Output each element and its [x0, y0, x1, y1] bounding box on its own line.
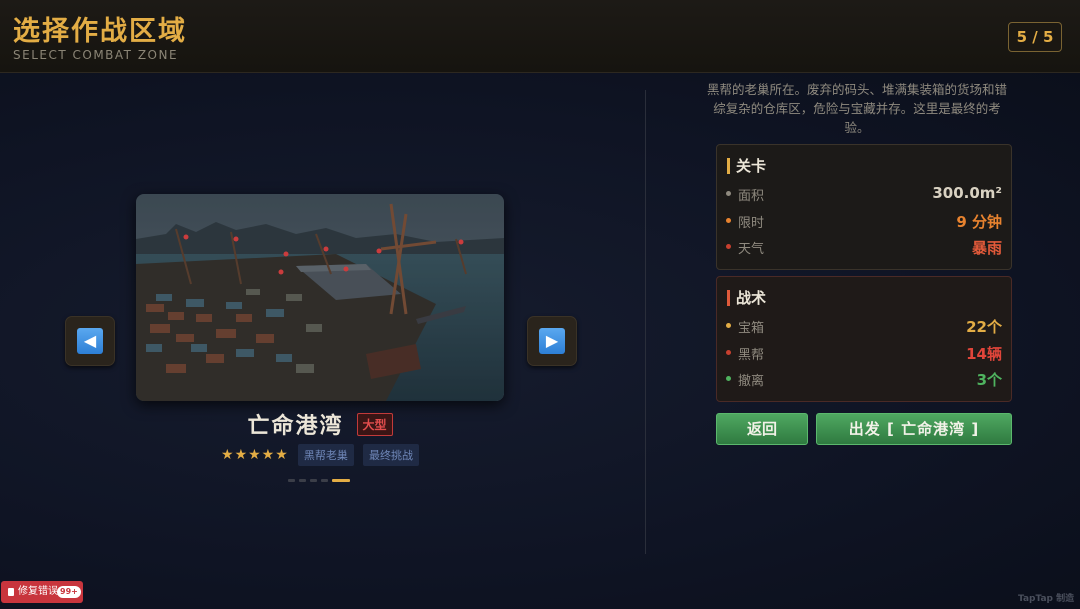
zone-description: 黑帮的老巢所在。废弃的码头、堆满集装箱的货场和错综复杂的仓库区，危险与宝藏并存。… — [706, 82, 1007, 135]
next-zone-button[interactable]: ▶ — [527, 316, 577, 366]
zone-title-row: 亡命港湾 大型 — [136, 408, 504, 440]
page-counter: 5 / 5 — [1008, 22, 1062, 52]
bullet-icon — [726, 376, 731, 381]
stat-value: 9 分钟 — [956, 213, 1002, 231]
page-title: 选择作战区域 — [13, 16, 187, 47]
stat-row-area: 面积 300.0m² — [726, 184, 1002, 204]
stat-label: 面积 — [738, 189, 765, 204]
stat-row-chests: 宝箱 22个 — [726, 316, 1002, 336]
tactic-card: 战术 宝箱 22个 黑帮 14辆 撤离 3个 — [716, 276, 1012, 402]
size-badge: 大型 — [356, 412, 393, 436]
level-card: 关卡 面积 300.0m² 限时 9 分钟 天气 暴雨 — [716, 144, 1012, 270]
carousel-dot-active[interactable] — [332, 479, 350, 482]
bullet-icon — [726, 244, 731, 249]
stat-row-time-limit: 限时 9 分钟 — [726, 211, 1002, 231]
tactic-card-title: 战术 — [736, 289, 767, 307]
zone-tag: 最终挑战 — [362, 444, 419, 466]
zone-name: 亡命港湾 — [247, 414, 344, 439]
stat-label: 天气 — [738, 242, 765, 257]
stat-row-gangs: 黑帮 14辆 — [726, 343, 1002, 363]
stat-value: 3个 — [976, 371, 1002, 389]
bug-count-badge: 99+ — [57, 586, 81, 598]
top-bar: 选择作战区域 SELECT COMBAT ZONE 5 / 5 — [0, 0, 1080, 73]
taptap-watermark: TapTap 制造 — [1018, 594, 1075, 604]
difficulty-stars: ★★★★★ — [221, 447, 289, 463]
page-subtitle: SELECT COMBAT ZONE — [13, 48, 179, 62]
stat-value: 22个 — [966, 318, 1002, 336]
carousel-dot[interactable] — [299, 479, 306, 482]
clipboard-icon — [8, 588, 14, 596]
tactic-card-header: 战术 — [727, 287, 766, 307]
panel-divider — [645, 90, 646, 554]
bullet-icon — [726, 218, 731, 223]
harbor-illustration — [136, 194, 504, 401]
level-card-title: 关卡 — [736, 157, 767, 175]
stat-value: 300.0m² — [932, 184, 1002, 202]
stat-value: 暴雨 — [971, 239, 1002, 257]
right-arrow-icon: ▶ — [539, 328, 565, 354]
stat-label: 黑帮 — [738, 348, 765, 363]
carousel-indicator — [288, 479, 354, 483]
back-button[interactable]: 返回 — [716, 413, 808, 445]
prev-zone-button[interactable]: ◀ — [65, 316, 115, 366]
fix-bug-button[interactable]: 修复错误 99+ — [1, 581, 83, 603]
stat-value: 14辆 — [966, 345, 1002, 363]
stat-row-extraction: 撤离 3个 — [726, 369, 1002, 389]
zone-tag: 黑帮老巢 — [297, 444, 354, 466]
zone-tags-row: ★★★★★ 黑帮老巢 最终挑战 — [136, 444, 504, 466]
zone-preview-image — [136, 194, 504, 401]
carousel-dot[interactable] — [321, 479, 328, 482]
left-arrow-icon: ◀ — [77, 328, 103, 354]
carousel-dot[interactable] — [288, 479, 295, 482]
stat-label: 宝箱 — [738, 321, 765, 336]
carousel-dot[interactable] — [310, 479, 317, 482]
bullet-icon — [726, 323, 731, 328]
header-accent-bar — [727, 289, 730, 306]
stat-label: 撤离 — [738, 374, 765, 389]
bullet-icon — [726, 350, 731, 355]
stat-row-weather: 天气 暴雨 — [726, 237, 1002, 257]
bullet-icon — [726, 191, 731, 196]
level-card-header: 关卡 — [727, 155, 766, 175]
deploy-button[interactable]: 出发 [ 亡命港湾 ] — [816, 413, 1012, 445]
header-accent-bar — [727, 157, 730, 174]
fix-bug-label: 修复错误 — [18, 586, 58, 597]
stat-label: 限时 — [738, 216, 765, 231]
